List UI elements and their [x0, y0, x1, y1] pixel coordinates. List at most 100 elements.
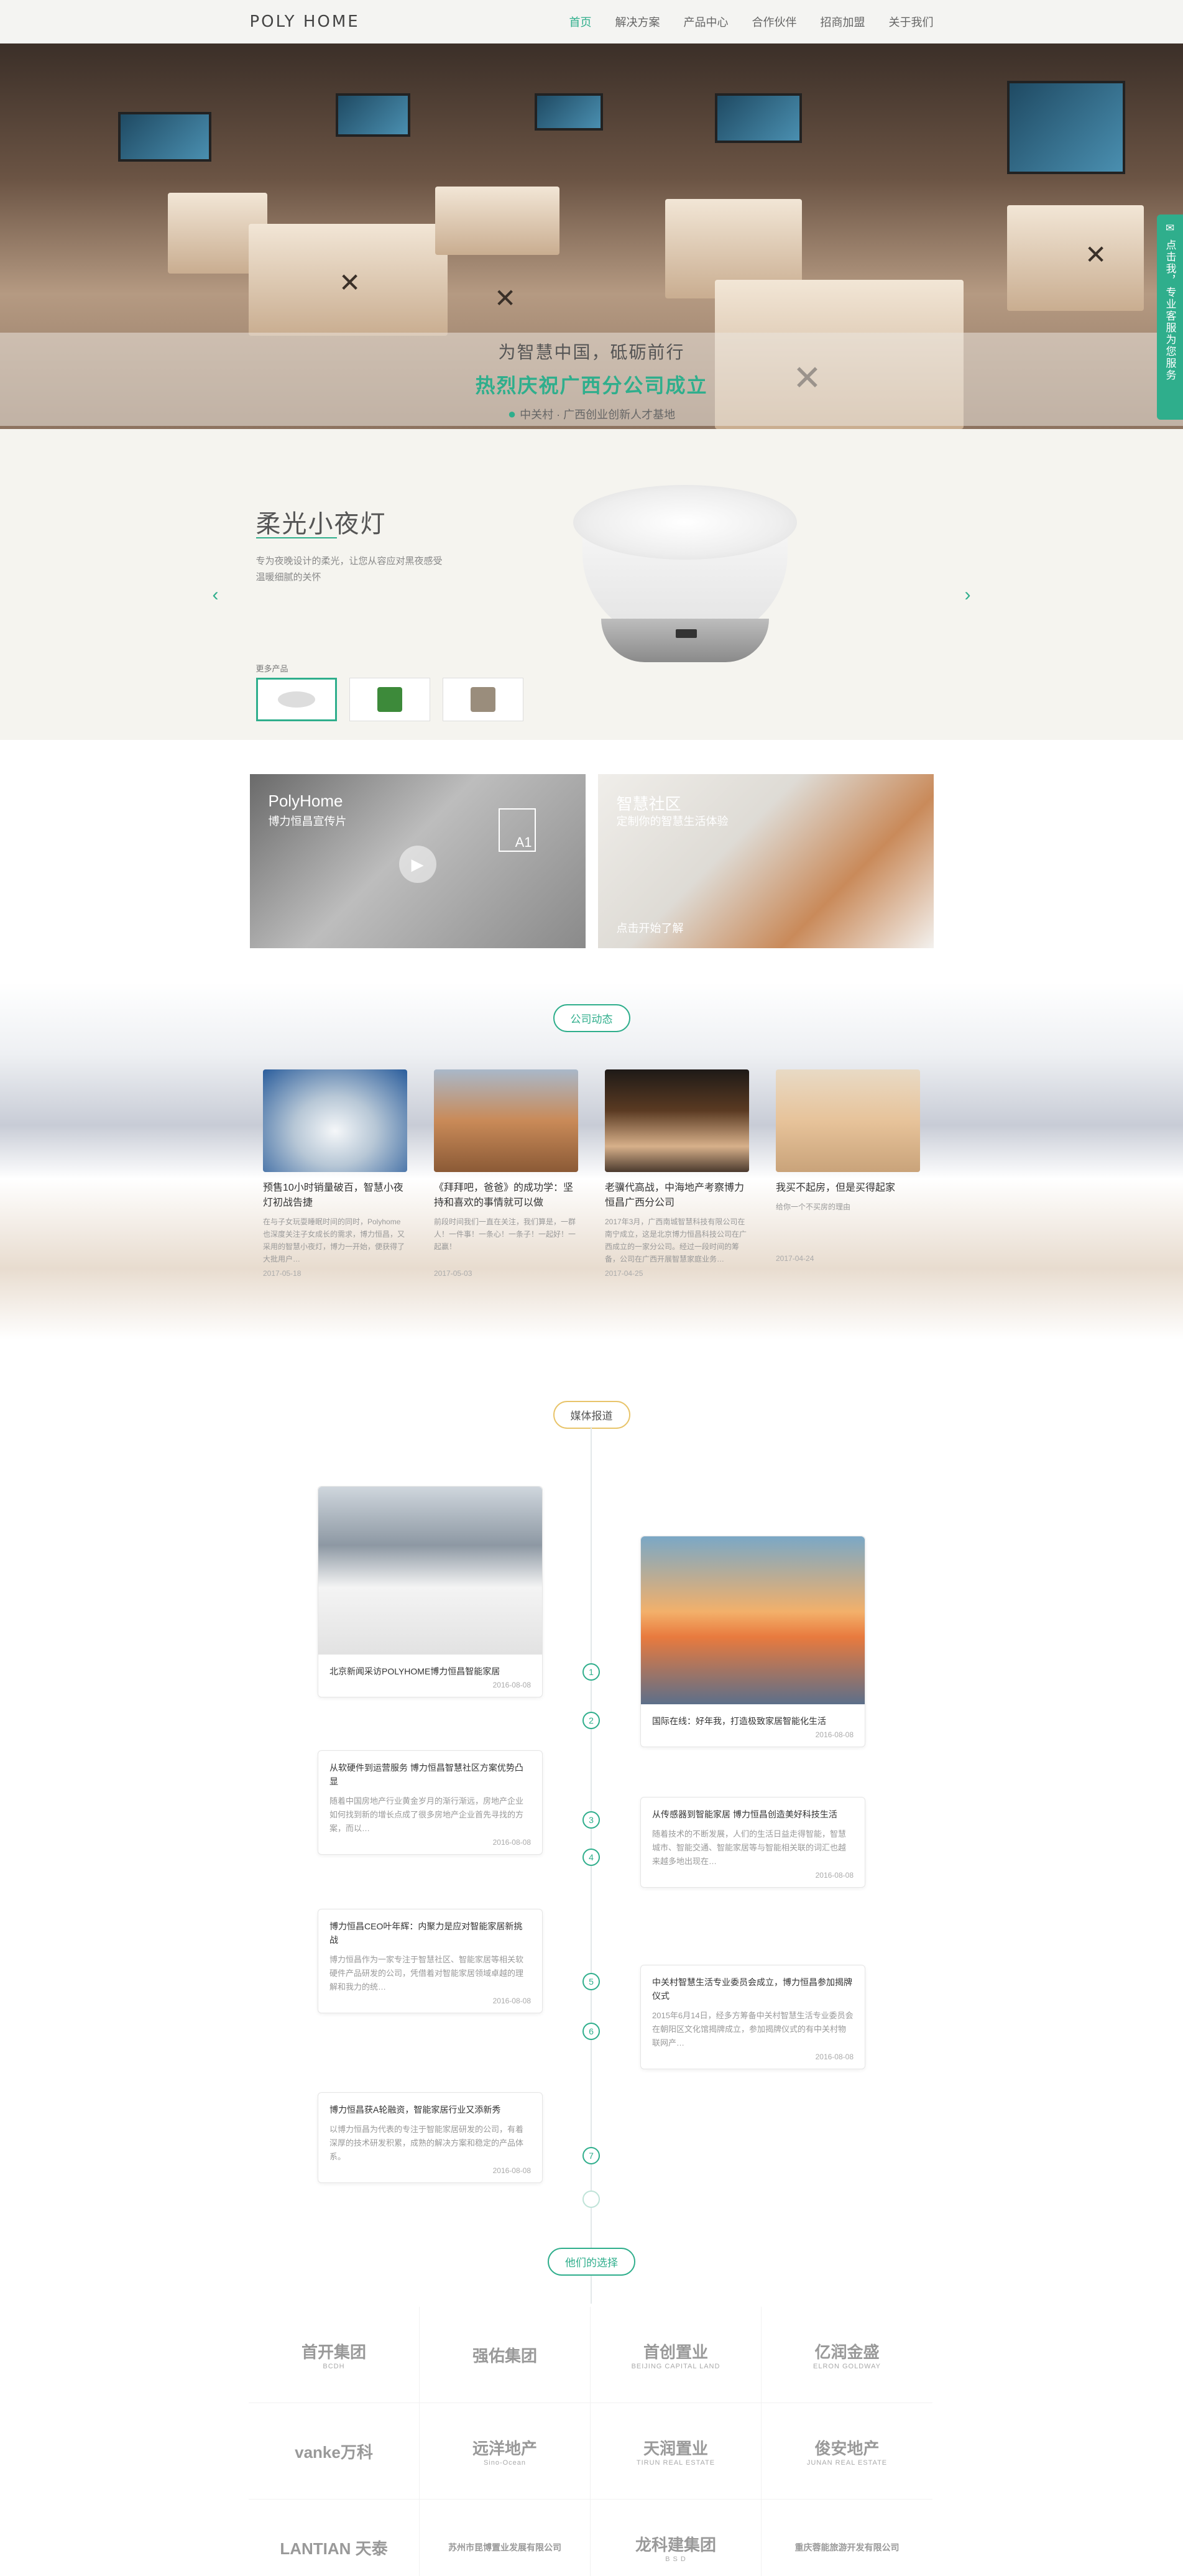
product-thumbnail[interactable]	[349, 678, 430, 721]
news-item[interactable]: 老骥代高战，中海地产考察博力恒昌广西分公司 2017年3月，广西南城智慧科技有限…	[605, 1069, 749, 1278]
play-icon[interactable]: ▶	[398, 846, 436, 883]
news-date: 2017-05-03	[434, 1269, 472, 1278]
news-item[interactable]: 《拜拜吧，爸爸》的成功学：坚持和喜欢的事情就可以做 前段时间我们一直在关注，我们…	[434, 1069, 578, 1278]
nav-item-solutions[interactable]: 解决方案	[615, 14, 660, 30]
brand-mark-icon: ✕	[1085, 240, 1107, 269]
media-card[interactable]: 博力恒昌获A轮融资，智能家居行业又添新秀 以博力恒昌为代表的专注于智能家居研发的…	[318, 2092, 543, 2183]
partner-name: 首创置业	[643, 2342, 708, 2361]
promo-community-card[interactable]: 智慧社区 定制你的智慧生活体验 点击开始了解	[597, 774, 934, 948]
partner-logo[interactable]: 强佑集团	[420, 2307, 591, 2403]
partner-logo[interactable]: 远洋地产 Sino-Ocean	[420, 2403, 591, 2500]
partner-logo[interactable]: 重庆蓉能旅游开发有限公司	[762, 2500, 932, 2576]
showroom-screen	[118, 112, 211, 162]
nav-item-about[interactable]: 关于我们	[889, 14, 934, 30]
promo-community-cta[interactable]: 点击开始了解	[617, 920, 684, 936]
showroom-screen	[535, 93, 603, 131]
media-card[interactable]: 从软硬件到运营服务 博力恒昌智慧社区方案优势凸显 随着中国房地产行业黄金岁月的渐…	[318, 1750, 543, 1855]
news-date: 2017-04-25	[605, 1269, 643, 1278]
partner-name: 强佑集团	[472, 2346, 537, 2365]
partner-logo[interactable]: 俊安地产 JUNAN REAL ESTATE	[762, 2403, 932, 2500]
partner-logo[interactable]: vanke万科	[249, 2403, 420, 2500]
display-table	[435, 187, 559, 255]
product-thumbnail[interactable]	[442, 678, 523, 721]
media-card-title[interactable]: 北京新闻采访POLYHOME博力恒昌智能家居	[329, 1664, 531, 1678]
promo-section: PolyHome 博力恒昌宣传片 A1 ▶ 智慧社区 定制你的智慧生活体验 点击…	[0, 740, 1183, 982]
company-news-label: 公司动态	[553, 1004, 630, 1032]
news-summary: 在与子女玩耍睡眠时间的同时，Polyhome也深度关注子女成长的需求，博力恒昌，…	[263, 1217, 405, 1263]
customer-service-tab[interactable]: ✉ 点击我，专业客服为您服务	[1157, 215, 1183, 420]
media-card-summary: 2015年6月14日，经多方筹备中关村智慧生活专业委员会在朝阳区文化馆揭牌成立，…	[652, 2011, 854, 2047]
promo-video-card[interactable]: PolyHome 博力恒昌宣传片 A1 ▶	[249, 774, 586, 948]
timeline-marker: 5	[582, 1973, 600, 1990]
partner-logo[interactable]: 亿润金盛 ELRON GOLDWAY	[762, 2307, 932, 2403]
product-thumbnail[interactable]	[255, 678, 337, 721]
media-card[interactable]: 中关村智慧生活专业委员会成立，博力恒昌参加揭牌仪式 2015年6月14日，经多方…	[640, 1965, 865, 2069]
media-card[interactable]: 北京新闻采访POLYHOME博力恒昌智能家居 2016-08-08	[318, 1486, 543, 1697]
partner-logo[interactable]: 首创置业 BEIJING CAPITAL LAND	[591, 2307, 762, 2403]
media-card-title[interactable]: 博力恒昌CEO叶年辉：内聚力是应对智能家居新挑战	[329, 1919, 531, 1947]
product-thumbnails	[255, 678, 523, 721]
partner-subname: BCDH	[323, 2362, 345, 2370]
partner-subname: Sino-Ocean	[483, 2458, 527, 2467]
media-card-image	[318, 1487, 542, 1655]
partner-logo[interactable]: 龙科建集团 B S D	[591, 2500, 762, 2576]
news-title[interactable]: 预售10小时销量破百，智慧小夜灯初战告捷	[263, 1181, 407, 1211]
partner-logo[interactable]: 天润置业 TIRUN REAL ESTATE	[591, 2403, 762, 2500]
chat-icon: ✉	[1165, 222, 1175, 234]
partners-label: 他们的选择	[548, 2248, 635, 2276]
site-header: POLY HOME 首页 解决方案 产品中心 合作伙伴 招商加盟 关于我们	[0, 0, 1183, 44]
chevron-right-icon[interactable]: ›	[965, 584, 971, 606]
partner-subname: ELRON GOLDWAY	[813, 2362, 881, 2370]
product-description: 专为夜晚设计的柔光，让您从容应对黑夜感受温暖细腻的关怀	[255, 556, 443, 583]
company-news-section: 公司动态 预售10小时销量破百，智慧小夜灯初战告捷 在与子女玩耍睡眠时间的同时，…	[0, 982, 1183, 1340]
location-pin-icon: ●	[507, 406, 517, 422]
partner-logo[interactable]: 苏州市昆博置业发展有限公司	[420, 2500, 591, 2576]
nav-item-home[interactable]: 首页	[569, 14, 592, 30]
media-card-summary: 博力恒昌作为一家专注于智慧社区、智能家居等相关软硬件产品研发的公司，凭借着对智能…	[329, 1955, 524, 1992]
logo[interactable]: POLY HOME	[250, 12, 360, 31]
more-products-label: 更多产品	[255, 664, 288, 673]
partner-subname: JUNAN REAL ESTATE	[806, 2458, 888, 2467]
brand-mark-icon: ✕	[339, 268, 361, 297]
title-underline	[255, 537, 337, 538]
news-title[interactable]: 我买不起房，但是买得起家	[776, 1181, 920, 1196]
news-summary: 2017年3月，广西南城智慧科技有限公司在南宁成立，这是北京博力恒昌科技公司在广…	[605, 1217, 747, 1263]
partner-name: 重庆蓉能旅游开发有限公司	[794, 2542, 900, 2552]
chevron-left-icon[interactable]: ‹	[213, 584, 219, 606]
news-image	[434, 1069, 578, 1172]
timeline-marker: 2	[582, 1712, 600, 1729]
main-nav: 首页 解决方案 产品中心 合作伙伴 招商加盟 关于我们	[569, 14, 934, 30]
news-item[interactable]: 我买不起房，但是买得起家 给你一个不买房的理由 2017-04-24	[776, 1069, 920, 1278]
partner-name: 首开集团	[301, 2342, 366, 2361]
media-card[interactable]: 博力恒昌CEO叶年辉：内聚力是应对智能家居新挑战 博力恒昌作为一家专注于智慧社区…	[318, 1909, 543, 2013]
news-title[interactable]: 老骥代高战，中海地产考察博力恒昌广西分公司	[605, 1181, 749, 1211]
nav-item-partners[interactable]: 合作伙伴	[752, 14, 797, 30]
media-card-title[interactable]: 博力恒昌获A轮融资，智能家居行业又添新秀	[329, 2103, 531, 2117]
showroom-screen	[715, 93, 802, 143]
media-card-title[interactable]: 从软硬件到运营服务 博力恒昌智慧社区方案优势凸显	[329, 1761, 531, 1788]
nav-item-franchise[interactable]: 招商加盟	[821, 14, 865, 30]
timeline-marker	[582, 2191, 600, 2208]
media-card-title[interactable]: 中关村智慧生活专业委员会成立，博力恒昌参加揭牌仪式	[652, 1975, 854, 2003]
partner-logo[interactable]: 首开集团 BCDH	[249, 2307, 420, 2403]
media-card-title[interactable]: 从传感器到智能家居 博力恒昌创造美好科技生活	[652, 1807, 854, 1821]
media-card-summary: 以博力恒昌为代表的专注于智能家居研发的公司，有着深厚的技术研发积累，成熟的解决方…	[329, 2125, 524, 2161]
media-card[interactable]: 国际在线：好年我，打造极致家居智能化生活 2016-08-08	[640, 1536, 865, 1747]
media-card-title[interactable]: 国际在线：好年我，打造极致家居智能化生活	[652, 1714, 854, 1728]
brand-mark-icon: ✕	[494, 284, 517, 313]
media-card-date: 2016-08-08	[815, 1730, 854, 1739]
media-card-date: 2016-08-08	[492, 2166, 531, 2175]
news-image	[776, 1069, 920, 1172]
partner-logo[interactable]: LANTIAN 天泰	[249, 2500, 420, 2576]
nav-item-products[interactable]: 产品中心	[684, 14, 729, 30]
timeline-marker: 4	[582, 1849, 600, 1866]
media-card[interactable]: 从传感器到智能家居 博力恒昌创造美好科技生活 随着技术的不断发展，人们的生活日益…	[640, 1797, 865, 1888]
news-item[interactable]: 预售10小时销量破百，智慧小夜灯初战告捷 在与子女玩耍睡眠时间的同时，Polyh…	[263, 1069, 407, 1278]
promo-community-subtitle: 定制你的智慧生活体验	[616, 815, 729, 828]
media-card-date: 2016-08-08	[815, 1871, 854, 1880]
hero-banner[interactable]: ✕ ✕ ✕ ✕ 为智慧中国，砥砺前行 热烈庆祝广西分公司成立 ●中关村 · 广西…	[0, 44, 1183, 429]
media-reports-label: 媒体报道	[553, 1401, 630, 1429]
news-title[interactable]: 《拜拜吧，爸爸》的成功学：坚持和喜欢的事情就可以做	[434, 1181, 578, 1211]
partner-name: 亿润金盛	[814, 2342, 880, 2361]
showroom-screen	[336, 93, 410, 137]
